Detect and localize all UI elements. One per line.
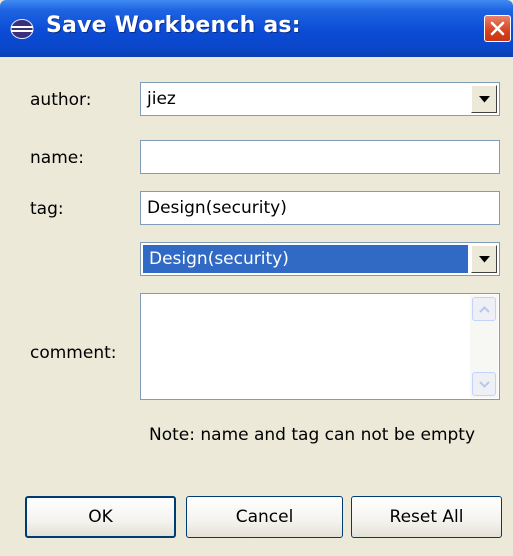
tag-field[interactable]: Design(security) xyxy=(140,191,500,225)
title-bar[interactable]: Save Workbench as: xyxy=(0,0,513,57)
author-dropdown-button[interactable] xyxy=(471,85,497,113)
tag-value: Design(security) xyxy=(147,198,287,218)
tag-combo[interactable]: Design(security) xyxy=(140,242,500,276)
close-button[interactable] xyxy=(484,15,511,42)
close-icon xyxy=(490,21,505,36)
chevron-down-icon xyxy=(479,96,490,103)
tag-label: tag: xyxy=(30,199,64,219)
chevron-down-icon xyxy=(479,381,490,388)
comment-label: comment: xyxy=(30,343,117,363)
cancel-button[interactable]: Cancel xyxy=(186,496,343,538)
scroll-down-button[interactable] xyxy=(472,372,496,396)
name-label: name: xyxy=(30,148,84,168)
author-combo[interactable]: jiez xyxy=(140,82,500,116)
author-value: jiez xyxy=(147,89,176,109)
reset-all-button[interactable]: Reset All xyxy=(351,496,502,538)
ok-button[interactable]: OK xyxy=(25,496,176,538)
tag-dropdown-button[interactable] xyxy=(471,245,497,273)
dialog-title: Save Workbench as: xyxy=(46,13,301,38)
comment-textarea[interactable] xyxy=(140,293,500,400)
save-workbench-dialog: Save Workbench as: author: jiez name: ta… xyxy=(0,0,513,556)
eclipse-icon xyxy=(10,19,34,39)
author-label: author: xyxy=(30,90,92,110)
tag-combo-selection: Design(security) xyxy=(143,245,468,273)
scroll-up-button[interactable] xyxy=(472,297,496,321)
validation-note: Note: name and tag can not be empty xyxy=(149,425,476,445)
chevron-down-icon xyxy=(479,256,490,263)
comment-scrollbar[interactable] xyxy=(470,295,498,398)
chevron-up-icon xyxy=(479,306,490,313)
tag-combo-value: Design(security) xyxy=(149,249,289,269)
name-field[interactable] xyxy=(140,140,500,174)
